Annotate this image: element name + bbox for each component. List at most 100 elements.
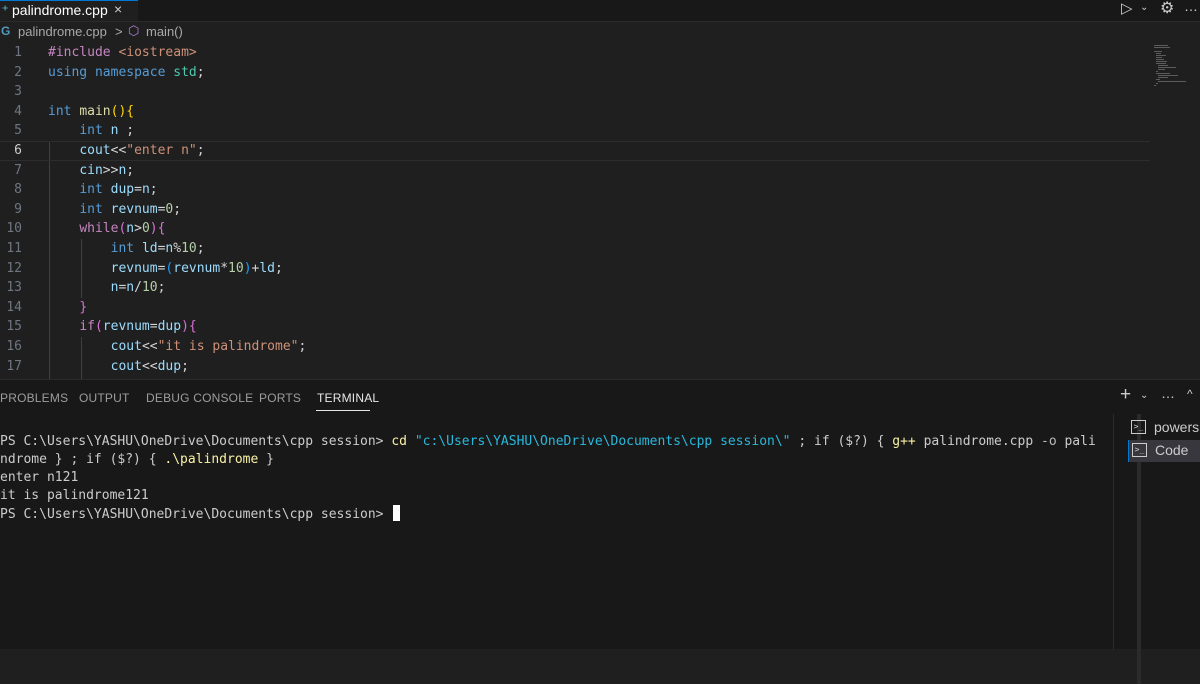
code-text: if(revnum=dup){ xyxy=(79,319,197,335)
line-number: 12 xyxy=(6,260,22,276)
terminal-item-label: Code xyxy=(1155,442,1189,458)
line-number: 8 xyxy=(14,182,22,198)
breadcrumb-separator: > xyxy=(115,24,123,39)
terminal-item-powershell[interactable]: >_ powersh xyxy=(1128,417,1200,439)
minimap-line xyxy=(1158,69,1165,70)
minimap-line xyxy=(1158,75,1178,76)
line-number: 13 xyxy=(6,280,22,296)
minimap-line xyxy=(1154,47,1170,48)
line-number: 17 xyxy=(6,358,22,374)
code-text: using namespace std; xyxy=(48,64,205,80)
active-tab-indicator xyxy=(316,410,370,411)
code-text: int revnum=0; xyxy=(79,201,182,217)
code-text: } xyxy=(79,299,88,315)
minimap-line xyxy=(1158,67,1176,68)
line-number: 14 xyxy=(6,299,22,315)
tab-debug-console[interactable]: DEBUG CONSOLE xyxy=(146,391,253,405)
line-number: 1 xyxy=(14,45,22,60)
code-line: 4 int main(){ xyxy=(0,102,1150,122)
line-number: 4 xyxy=(14,103,22,119)
line-number: 7 xyxy=(14,162,22,178)
line-number: 11 xyxy=(6,241,22,256)
code-line: 15 if(revnum=dup){ xyxy=(0,317,1150,337)
minimap-line xyxy=(1156,53,1161,54)
add-terminal-icon[interactable]: + xyxy=(1120,384,1131,406)
tab-terminal[interactable]: TERMINAL xyxy=(317,391,379,405)
code-line: 5 int n ; xyxy=(0,121,1150,141)
code-text: int ld=n%10; xyxy=(110,241,205,256)
minimap-line xyxy=(1156,61,1167,62)
minimap-line xyxy=(1158,77,1168,78)
cpp-file-icon: ⁺ xyxy=(2,3,9,17)
code-line: 7 cin>>n; xyxy=(0,161,1150,181)
terminal-item-label: powersh xyxy=(1154,419,1200,435)
terminal-line: it is palindrome121 xyxy=(0,488,149,503)
tab-output[interactable]: OUTPUT xyxy=(79,391,130,405)
method-icon: ⬡ xyxy=(128,23,140,38)
code-line: 2 using namespace std; xyxy=(0,63,1150,83)
close-icon[interactable]: × xyxy=(114,1,122,17)
terminal-cursor xyxy=(393,505,401,521)
minimap-line xyxy=(1156,59,1164,60)
code-text: while(n>0){ xyxy=(79,221,166,237)
terminal-output[interactable]: PS C:\Users\YASHU\OneDrive\Documents\cpp… xyxy=(0,433,1112,523)
minimap-line xyxy=(1156,79,1160,80)
breadcrumb: G palindrome.cpp > ⬡ main() xyxy=(0,21,1200,43)
code-line: 17 cout<<dup; xyxy=(0,357,1150,377)
code-line-current: 6 cout<<"enter n"; xyxy=(0,141,1150,161)
run-icon[interactable]: ▷ xyxy=(1121,0,1133,17)
minimap-line xyxy=(1154,45,1168,46)
code-text: int main(){ xyxy=(48,103,135,119)
chevron-down-icon[interactable]: ⌄ xyxy=(1140,390,1148,401)
line-number: 16 xyxy=(6,339,22,354)
terminal-line: PS C:\Users\YASHU\OneDrive\Documents\cpp… xyxy=(0,434,1096,449)
tab-ports[interactable]: PORTS xyxy=(259,391,301,405)
gear-icon[interactable]: ⚙ xyxy=(1160,0,1174,18)
more-icon[interactable]: … xyxy=(1161,385,1175,401)
minimap-line xyxy=(1156,57,1162,58)
cpp-file-icon: G xyxy=(1,24,11,38)
minimap-line xyxy=(1156,73,1170,74)
code-line: 12 revnum=(revnum*10)+ld; xyxy=(0,259,1150,279)
code-text: cout<<"it is palindrome"; xyxy=(110,339,307,354)
maximize-panel-icon[interactable]: ^ xyxy=(1187,387,1193,401)
terminal-item-code[interactable]: >_ Code xyxy=(1128,440,1200,462)
code-line: 10 while(n>0){ xyxy=(0,219,1150,239)
minimap-line xyxy=(1154,85,1156,86)
more-icon[interactable]: … xyxy=(1184,0,1199,14)
minimap-line xyxy=(1156,55,1166,56)
terminal-icon: >_ xyxy=(1131,420,1146,434)
code-text: cin>>n; xyxy=(79,162,135,178)
code-line: 9 int revnum=0; xyxy=(0,200,1150,220)
code-line: 16 cout<<"it is palindrome"; xyxy=(0,337,1150,357)
minimap-line xyxy=(1158,65,1168,66)
tab-problems[interactable]: PROBLEMS xyxy=(0,391,68,405)
tab-palindrome-cpp[interactable]: ⁺ palindrome.cpp × xyxy=(0,0,138,21)
code-text: revnum=(revnum*10)+ld; xyxy=(110,260,283,276)
code-line: 1 #include <iostream> xyxy=(0,43,1150,63)
code-text: cout<<dup; xyxy=(110,358,189,374)
chevron-down-icon[interactable]: ⌄ xyxy=(1140,2,1148,13)
minimap-line xyxy=(1156,83,1158,84)
line-number: 15 xyxy=(6,319,22,335)
line-number: 2 xyxy=(14,64,22,80)
code-text: int n ; xyxy=(79,123,135,139)
code-line: 13 n=n/10; xyxy=(0,278,1150,298)
terminal-prompt-line: PS C:\Users\YASHU\OneDrive\Documents\cpp… xyxy=(0,505,1112,523)
code-line: 11 int ld=n%10; xyxy=(0,239,1150,259)
terminal-line: ndrome } ; if ($?) { .\palindrome } xyxy=(0,452,274,467)
code-line: 14 } xyxy=(0,298,1150,318)
line-number: 9 xyxy=(14,201,22,217)
code-editor[interactable]: 1 #include <iostream> 2 using namespace … xyxy=(0,43,1200,379)
terminal-icon: >_ xyxy=(1132,443,1147,457)
minimap-line xyxy=(1156,63,1166,64)
terminal-line: enter n121 xyxy=(0,470,79,485)
breadcrumb-symbol[interactable]: main() xyxy=(146,24,183,39)
code-text: n=n/10; xyxy=(110,280,166,296)
breadcrumb-file[interactable]: palindrome.cpp xyxy=(18,24,107,39)
minimap-line xyxy=(1154,51,1162,52)
line-number: 5 xyxy=(14,123,22,139)
minimap-line xyxy=(1158,81,1186,82)
editor-tab-bar: ⁺ palindrome.cpp × ▷ ⌄ ⚙ … xyxy=(0,0,1200,22)
minimap[interactable] xyxy=(1152,43,1200,103)
